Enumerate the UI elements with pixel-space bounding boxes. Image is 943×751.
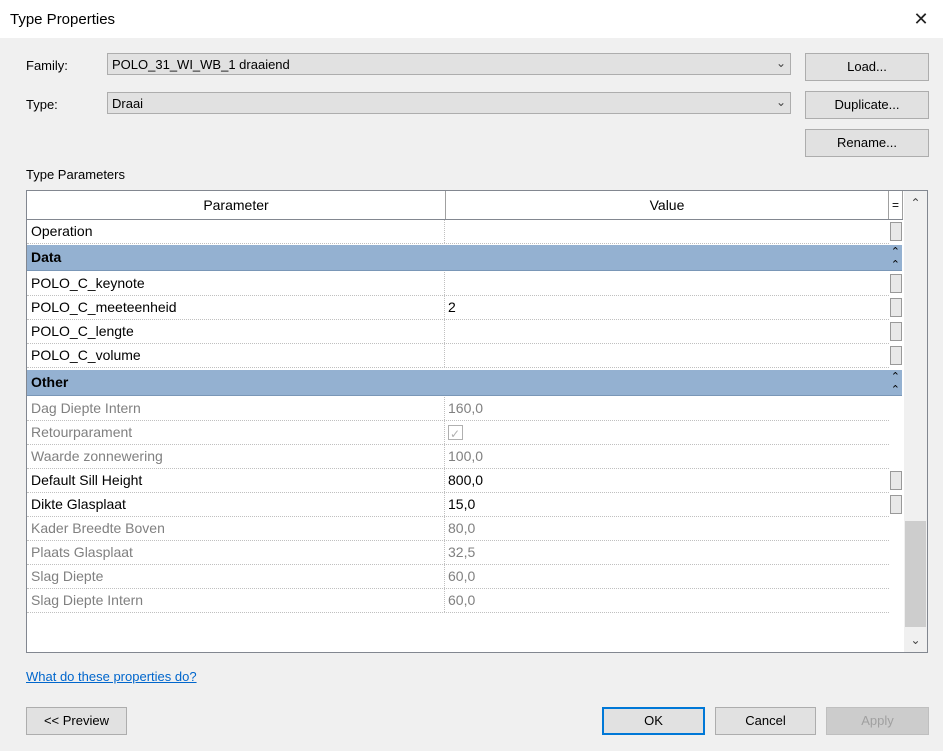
family-dropdown[interactable]: POLO_31_WI_WB_1 draaiend ⌄ xyxy=(107,53,791,75)
parameter-name: POLO_C_keynote xyxy=(27,272,445,295)
help-link[interactable]: What do these properties do? xyxy=(26,669,197,684)
collapse-icon[interactable]: ⌃ ⌃ xyxy=(891,245,900,271)
table-row[interactable]: Slag Diepte 60,0 xyxy=(27,565,889,589)
parameter-name: Waarde zonnewering xyxy=(27,445,445,468)
table-row[interactable]: POLO_C_volume xyxy=(27,344,902,368)
table-row[interactable]: POLO_C_meeteenheid 2 xyxy=(27,296,902,320)
parameter-name: Plaats Glasplaat xyxy=(27,541,445,564)
type-parameters-label: Type Parameters xyxy=(26,167,125,182)
parameter-name: Slag Diepte Intern xyxy=(27,589,445,612)
parameter-value[interactable]: 15,0 xyxy=(445,493,889,516)
parameter-name: Dag Diepte Intern xyxy=(27,397,445,420)
row-edit-button[interactable] xyxy=(890,274,902,293)
ok-button[interactable]: OK xyxy=(602,707,705,735)
group-header-other[interactable]: Other ⌃ ⌃ xyxy=(27,370,902,396)
parameter-value[interactable] xyxy=(445,220,889,243)
parameter-value: 60,0 xyxy=(448,568,476,584)
column-header-value[interactable]: Value xyxy=(446,191,889,219)
group-name: Data xyxy=(31,249,62,265)
collapse-icon[interactable]: ⌃ ⌃ xyxy=(891,370,900,396)
scroll-up-icon[interactable]: ⌃ xyxy=(904,191,927,215)
row-edit-button[interactable] xyxy=(890,471,902,490)
parameter-name: Dikte Glasplaat xyxy=(27,493,445,516)
parameter-name: Kader Breedte Boven xyxy=(27,517,445,540)
parameter-value: 80,0 xyxy=(448,520,476,536)
table-row[interactable]: Retourparament xyxy=(27,421,889,446)
table-row[interactable]: Plaats Glasplaat 32,5 xyxy=(27,541,889,565)
row-edit-button[interactable] xyxy=(890,346,902,365)
row-edit-button[interactable] xyxy=(890,298,902,317)
type-parameters-grid: Parameter Value = Operation Data ⌃ ⌃ POLO… xyxy=(26,190,928,653)
grid-header: Parameter Value = xyxy=(27,191,903,220)
parameter-value: 60,0 xyxy=(448,592,476,608)
parameter-value[interactable] xyxy=(445,272,889,295)
close-icon[interactable]: ✕ xyxy=(899,0,943,38)
row-edit-button[interactable] xyxy=(890,495,902,514)
parameter-value: 160,0 xyxy=(448,400,484,416)
parameter-value[interactable] xyxy=(445,320,889,343)
parameter-name: Slag Diepte xyxy=(27,565,445,588)
type-label: Type: xyxy=(26,97,58,112)
row-edit-button[interactable] xyxy=(890,222,902,241)
type-value: Draai xyxy=(112,96,144,111)
scroll-down-icon[interactable]: ⌄ xyxy=(904,628,927,652)
cancel-button[interactable]: Cancel xyxy=(715,707,816,735)
family-value: POLO_31_WI_WB_1 draaiend xyxy=(112,57,290,72)
table-row[interactable]: Dag Diepte Intern 160,0 xyxy=(27,397,889,421)
table-row[interactable]: Kader Breedte Boven 80,0 xyxy=(27,517,889,541)
table-row[interactable]: Default Sill Height 800,0 xyxy=(27,469,902,493)
rename-button[interactable]: Rename... xyxy=(805,129,929,157)
parameter-name: POLO_C_volume xyxy=(27,344,445,367)
parameter-name: Retourparament xyxy=(27,421,445,444)
parameter-value: 32,5 xyxy=(448,544,476,560)
parameter-value[interactable]: 800,0 xyxy=(445,469,889,492)
column-header-sort[interactable]: = xyxy=(889,191,903,219)
table-row[interactable]: Slag Diepte Intern 60,0 xyxy=(27,589,889,613)
scroll-thumb[interactable] xyxy=(905,521,926,627)
parameter-value[interactable] xyxy=(445,344,889,367)
preview-button[interactable]: << Preview xyxy=(26,707,127,735)
parameter-value: 100,0 xyxy=(448,448,484,464)
table-row[interactable]: Dikte Glasplaat 15,0 xyxy=(27,493,902,517)
group-header-data[interactable]: Data ⌃ ⌃ xyxy=(27,245,902,271)
family-label: Family: xyxy=(26,58,68,73)
parameter-name: POLO_C_lengte xyxy=(27,320,445,343)
checkbox-icon xyxy=(448,423,463,446)
load-button[interactable]: Load... xyxy=(805,53,929,81)
parameter-value[interactable]: 2 xyxy=(445,296,889,319)
apply-button[interactable]: Apply xyxy=(826,707,929,735)
table-row[interactable]: POLO_C_keynote xyxy=(27,272,902,296)
type-dropdown[interactable]: Draai ⌄ xyxy=(107,92,791,114)
table-row[interactable]: Waarde zonnewering 100,0 xyxy=(27,445,889,469)
parameter-name: Default Sill Height xyxy=(27,469,445,492)
duplicate-button[interactable]: Duplicate... xyxy=(805,91,929,119)
row-edit-button[interactable] xyxy=(890,322,902,341)
window-title: Type Properties xyxy=(10,11,116,28)
parameter-name: POLO_C_meeteenheid xyxy=(27,296,445,319)
chevron-down-icon: ⌄ xyxy=(775,95,786,109)
group-name: Other xyxy=(31,374,69,390)
column-header-parameter[interactable]: Parameter xyxy=(27,191,446,219)
chevron-down-icon: ⌄ xyxy=(775,56,786,70)
title-bar: Type Properties ✕ xyxy=(0,0,943,38)
parameter-name: Operation xyxy=(27,220,445,243)
vertical-scrollbar[interactable]: ⌃ ⌄ xyxy=(904,191,927,652)
table-row[interactable]: Operation xyxy=(27,220,902,244)
table-row[interactable]: POLO_C_lengte xyxy=(27,320,902,344)
parameter-value-checkbox xyxy=(445,421,889,446)
